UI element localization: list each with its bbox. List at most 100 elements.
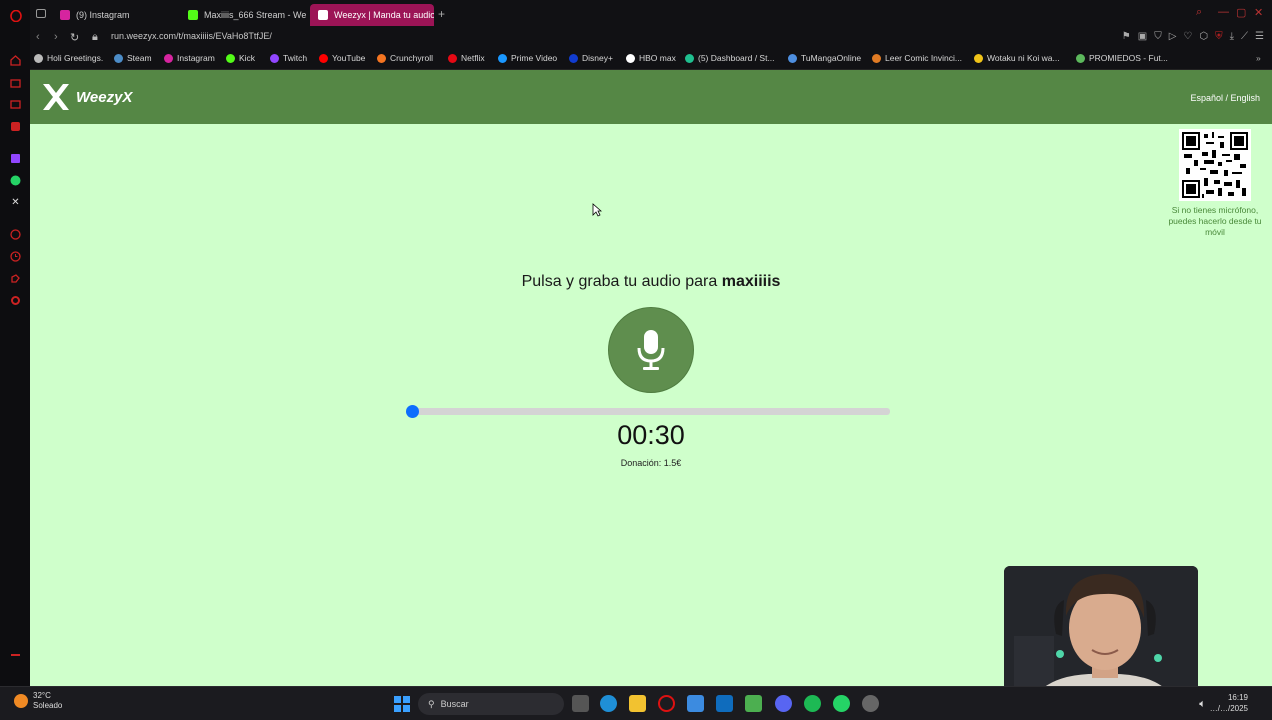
bookmark-label: Kick	[239, 53, 256, 63]
tab-kick-stream[interactable]: Maxiiiis_666 Stream - We	[180, 4, 308, 26]
bookmark-label: Wotaku ni Koi wa...	[987, 53, 1060, 63]
bookmark-hbo-max[interactable]: HBO max	[626, 53, 676, 63]
bookmark-label: Leer Comic Invinci...	[885, 53, 962, 63]
maximize-icon[interactable]: ▢	[1236, 6, 1246, 19]
sidebar-twitch-icon[interactable]	[9, 152, 22, 165]
windows-start-icon[interactable]	[393, 695, 410, 712]
task-view-icon[interactable]	[572, 695, 589, 712]
discord-icon[interactable]	[775, 695, 792, 712]
recording-progress-slider[interactable]	[406, 405, 890, 418]
bookmark-twitch[interactable]: Twitch	[270, 53, 307, 63]
twitch-icon	[270, 53, 279, 63]
bookmark-steam[interactable]: Steam	[114, 53, 152, 63]
bookmark-youtube[interactable]: YouTube	[319, 53, 365, 63]
tab-instagram[interactable]: (9) Instagram	[52, 4, 178, 26]
whatsapp-icon[interactable]	[833, 695, 850, 712]
download-icon[interactable]: ⤓	[1230, 31, 1234, 42]
bookmark-label: Instagram	[177, 53, 215, 63]
toolbar-icons: ⚑ ▣ ⛉ ▷ ♡ ⬡ ⛨ ⤓ ⟋ ☰	[1122, 31, 1264, 42]
search-placeholder: Buscar	[440, 699, 469, 709]
sidebar-more-icon[interactable]	[9, 648, 22, 661]
minecraft-icon[interactable]	[745, 695, 762, 712]
sidebar-settings-icon[interactable]	[9, 294, 22, 307]
streamer-name: maxiiiis	[721, 273, 781, 290]
bookmark-kick[interactable]: Kick	[226, 53, 255, 63]
aria-icon[interactable]: ⟋	[1241, 31, 1248, 42]
weather-condition: Soleado	[33, 701, 63, 710]
bookmark-holi-greetings[interactable]: Holi Greetings.	[34, 53, 103, 63]
workspaces-icon[interactable]	[36, 9, 46, 18]
bookmark-tumangaonline[interactable]: TuMangaOnline	[788, 53, 861, 63]
sidebar-whatsapp-icon[interactable]	[9, 174, 22, 187]
shield-icon[interactable]: ⛉	[1154, 31, 1162, 42]
reload-icon[interactable]: ↻	[70, 31, 79, 44]
sidebar-history-icon[interactable]	[9, 250, 22, 263]
sidebar-player-icon[interactable]	[9, 228, 22, 241]
bookmarks-overflow-icon[interactable]: »	[1256, 53, 1261, 63]
bookmark-leer-comic[interactable]: Leer Comic Invinci...	[872, 53, 962, 63]
volume-icon[interactable]: 🔈︎	[1194, 696, 1211, 713]
bookmark-label: Prime Video	[511, 53, 558, 63]
bookmark-instagram[interactable]: Instagram	[164, 53, 215, 63]
clock-date: …/…/2025	[1209, 704, 1248, 713]
store-icon[interactable]	[687, 695, 704, 712]
bookmark-label: Steam	[127, 53, 152, 63]
language-switch[interactable]: Español / English	[1190, 93, 1260, 103]
sidebar-home-icon[interactable]	[9, 54, 22, 67]
opera-taskbar-icon[interactable]	[658, 695, 675, 712]
sidebar-extensions-icon[interactable]	[9, 272, 22, 285]
bookmark-dashboard[interactable]: (5) Dashboard / St...	[685, 53, 775, 63]
sidebar-messenger-icon[interactable]	[9, 120, 22, 133]
bookmark-wotaku[interactable]: Wotaku ni Koi wa...	[974, 53, 1060, 63]
netflix-icon	[448, 53, 457, 63]
extensions-icon[interactable]: ⬡	[1199, 31, 1208, 42]
microphone-icon	[637, 330, 665, 370]
weather-widget[interactable]: 32°C Soleado	[14, 691, 62, 711]
steam-taskbar-icon[interactable]	[862, 695, 879, 712]
bookmark-disney[interactable]: Disney+	[569, 53, 613, 63]
bookmark-label: YouTube	[332, 53, 366, 63]
bookmark-prime-video[interactable]: Prime Video	[498, 53, 557, 63]
spotify-icon[interactable]	[804, 695, 821, 712]
outlook-icon[interactable]	[716, 695, 733, 712]
instagram-icon	[164, 53, 173, 63]
weezyx-logo[interactable]: WeezyX	[40, 81, 132, 113]
snapshot-icon[interactable]: ▣	[1138, 31, 1147, 42]
heart-icon[interactable]: ♡	[1183, 31, 1192, 42]
qr-code	[1179, 129, 1251, 201]
file-explorer-icon[interactable]	[629, 695, 646, 712]
edge-icon[interactable]	[600, 695, 617, 712]
slider-knob[interactable]	[406, 405, 419, 418]
close-icon[interactable]: ✕	[1254, 6, 1263, 19]
weezyx-x-logo-icon	[43, 84, 69, 110]
plus-icon[interactable]: +	[438, 7, 445, 21]
url-field[interactable]: run.weezyx.com/t/maxiiiis/EVaHo8TtfJE/	[111, 31, 272, 41]
search-tabs-icon[interactable]: ⌕	[1196, 6, 1202, 19]
taskbar-search[interactable]: ⚲ Buscar	[418, 693, 564, 715]
comic-icon	[872, 53, 881, 63]
back-icon[interactable]: ‹	[36, 31, 40, 43]
adblock-icon[interactable]: ⛨	[1215, 31, 1223, 42]
bookmark-label: Crunchyroll	[390, 53, 433, 63]
qr-caption: Si no tienes micrófono, puedes hacerlo d…	[1168, 205, 1262, 237]
clock[interactable]: 16:19 …/…/2025	[1210, 692, 1248, 714]
sidebar-email-icon[interactable]	[9, 98, 22, 111]
sidebar-bag-icon[interactable]	[9, 76, 22, 89]
bookmark-promiedos[interactable]: PROMIEDOS - Fut...	[1076, 53, 1168, 63]
play-icon[interactable]: ▷	[1169, 31, 1177, 42]
pin-icon[interactable]: ⚑	[1122, 31, 1131, 42]
record-button[interactable]	[608, 307, 694, 393]
tab-weezyx[interactable]: Weezyx | Manda tu audio	[310, 4, 434, 26]
opera-logo-icon[interactable]	[9, 9, 22, 22]
bookmark-crunchyroll[interactable]: Crunchyroll	[377, 53, 433, 63]
bookmark-label: Disney+	[582, 53, 613, 63]
sidebar-x-icon[interactable]: ✕	[9, 196, 22, 209]
browser-sidebar: ✕	[0, 0, 30, 686]
prompt-text: Pulsa y graba tu audio para	[521, 273, 718, 290]
bookmark-label: TuMangaOnline	[801, 53, 862, 63]
menu-icon[interactable]: ☰	[1255, 31, 1264, 42]
forward-icon[interactable]: ›	[54, 31, 58, 43]
bookmark-netflix[interactable]: Netflix	[448, 53, 485, 63]
tumanga-icon	[788, 53, 797, 63]
minimize-icon[interactable]: —	[1218, 6, 1229, 18]
